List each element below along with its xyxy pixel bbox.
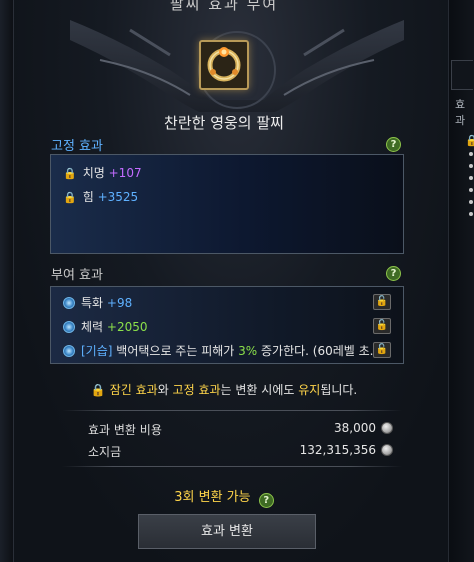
- effect-name: 치명: [82, 166, 105, 180]
- effect-change-button[interactable]: 효과 변환: [138, 514, 316, 549]
- change-cost-value: 38,000: [334, 421, 376, 435]
- bullet-icon: [469, 176, 473, 180]
- effect-name: 체력: [81, 320, 104, 334]
- note-locked-effect: 잠긴 효과: [109, 383, 158, 397]
- preserve-note: 🔒 잠긴 효과와 고정 효과는 변환 시에도 유지됩니다.: [0, 381, 448, 398]
- silver-coin-icon: [381, 444, 393, 456]
- bracelet-item-icon: [199, 40, 249, 90]
- bullet-icon: [469, 188, 473, 192]
- note-text: 와: [157, 383, 173, 397]
- change-cost-label: 효과 변환 비용: [88, 423, 162, 437]
- lock-icon: 🔒: [63, 191, 77, 204]
- effect-value: +107: [108, 166, 142, 180]
- granted-effect-row: [기습] 백어택으로 주는 피해가 3% 증가한다. (60레벨 초...: [63, 342, 381, 359]
- fixed-effects-help-icon[interactable]: ?: [386, 137, 401, 152]
- bullet-icon: [469, 200, 473, 204]
- granted-effects-box: 특화 +98 체력 +2050 [기습] 백어택으로 주는 피해가 3% 증가한…: [50, 286, 404, 364]
- effect-text: 증가한다. (60레벨 초...: [257, 344, 382, 358]
- window-title: 팔찌 효과 부여: [169, 0, 279, 13]
- effect-text: 백어택으로 주는 피해가: [116, 344, 239, 358]
- lock-icon: 🔒: [465, 134, 474, 147]
- bullet-icon: [469, 212, 473, 216]
- lock-icon: 🔒: [63, 167, 77, 180]
- side-panel: 효과 🔒: [448, 0, 474, 562]
- left-edge-frame: [0, 0, 14, 562]
- granted-effect-row: 체력 +2050: [63, 318, 148, 335]
- note-fixed-effect: 고정 효과: [172, 383, 221, 397]
- unlock-toggle-button[interactable]: 🔓: [373, 342, 391, 358]
- fixed-effects-title: 고정 효과: [51, 139, 103, 154]
- effect-name: 힘: [82, 190, 94, 204]
- effect-name: 특화: [81, 296, 104, 310]
- unlock-toggle-button[interactable]: 🔓: [373, 294, 391, 310]
- fixed-effect-row: 🔒 치명 +107: [63, 164, 142, 181]
- remaining-text: 3회 변환 가능: [174, 490, 251, 505]
- effect-value: +98: [106, 296, 133, 310]
- gem-icon: [63, 345, 75, 357]
- note-keep: 유지: [298, 383, 321, 397]
- silver-coin-icon: [381, 422, 393, 434]
- effect-tag: [기습]: [81, 344, 113, 358]
- bracelet-icon: [207, 47, 241, 82]
- granted-effects-help-icon[interactable]: ?: [386, 266, 401, 281]
- effect-value: +2050: [106, 320, 148, 334]
- note-text: 는 변환 시에도: [220, 383, 299, 397]
- unlock-toggle-button[interactable]: 🔓: [373, 318, 391, 334]
- owned-money-label: 소지금: [88, 445, 122, 459]
- item-name: 찬란한 영웅의 팔찌: [164, 114, 284, 132]
- granted-effect-row: 특화 +98: [63, 294, 132, 311]
- remaining-help-icon[interactable]: ?: [258, 493, 274, 508]
- divider: [62, 410, 402, 411]
- bullet-icon: [469, 164, 473, 168]
- fixed-effect-row: 🔒 힘 +3525: [63, 188, 138, 205]
- side-panel-slot[interactable]: [451, 60, 473, 90]
- side-panel-label: 효과: [455, 98, 466, 127]
- bullet-icon: [469, 152, 473, 156]
- remaining-changes: 3회 변환 가능 ?: [0, 486, 448, 508]
- gem-icon: [63, 321, 75, 333]
- note-text: 됩니다.: [320, 383, 358, 397]
- granted-effects-title: 부여 효과: [51, 268, 103, 283]
- lock-icon: 🔒: [90, 383, 106, 397]
- effect-value: +3525: [97, 190, 139, 204]
- owned-money-value: 132,315,356: [299, 443, 376, 457]
- gem-icon: [63, 297, 75, 309]
- effect-highlight: 3%: [238, 344, 258, 358]
- bracelet-effect-window: 팔찌 효과 부여 찬란한 영웅의 팔찌 고정 효과 ? 🔒 치명 +107 🔒 힘 …: [0, 0, 474, 562]
- divider: [62, 466, 402, 467]
- fixed-effects-box: 🔒 치명 +107 🔒 힘 +3525: [50, 154, 404, 254]
